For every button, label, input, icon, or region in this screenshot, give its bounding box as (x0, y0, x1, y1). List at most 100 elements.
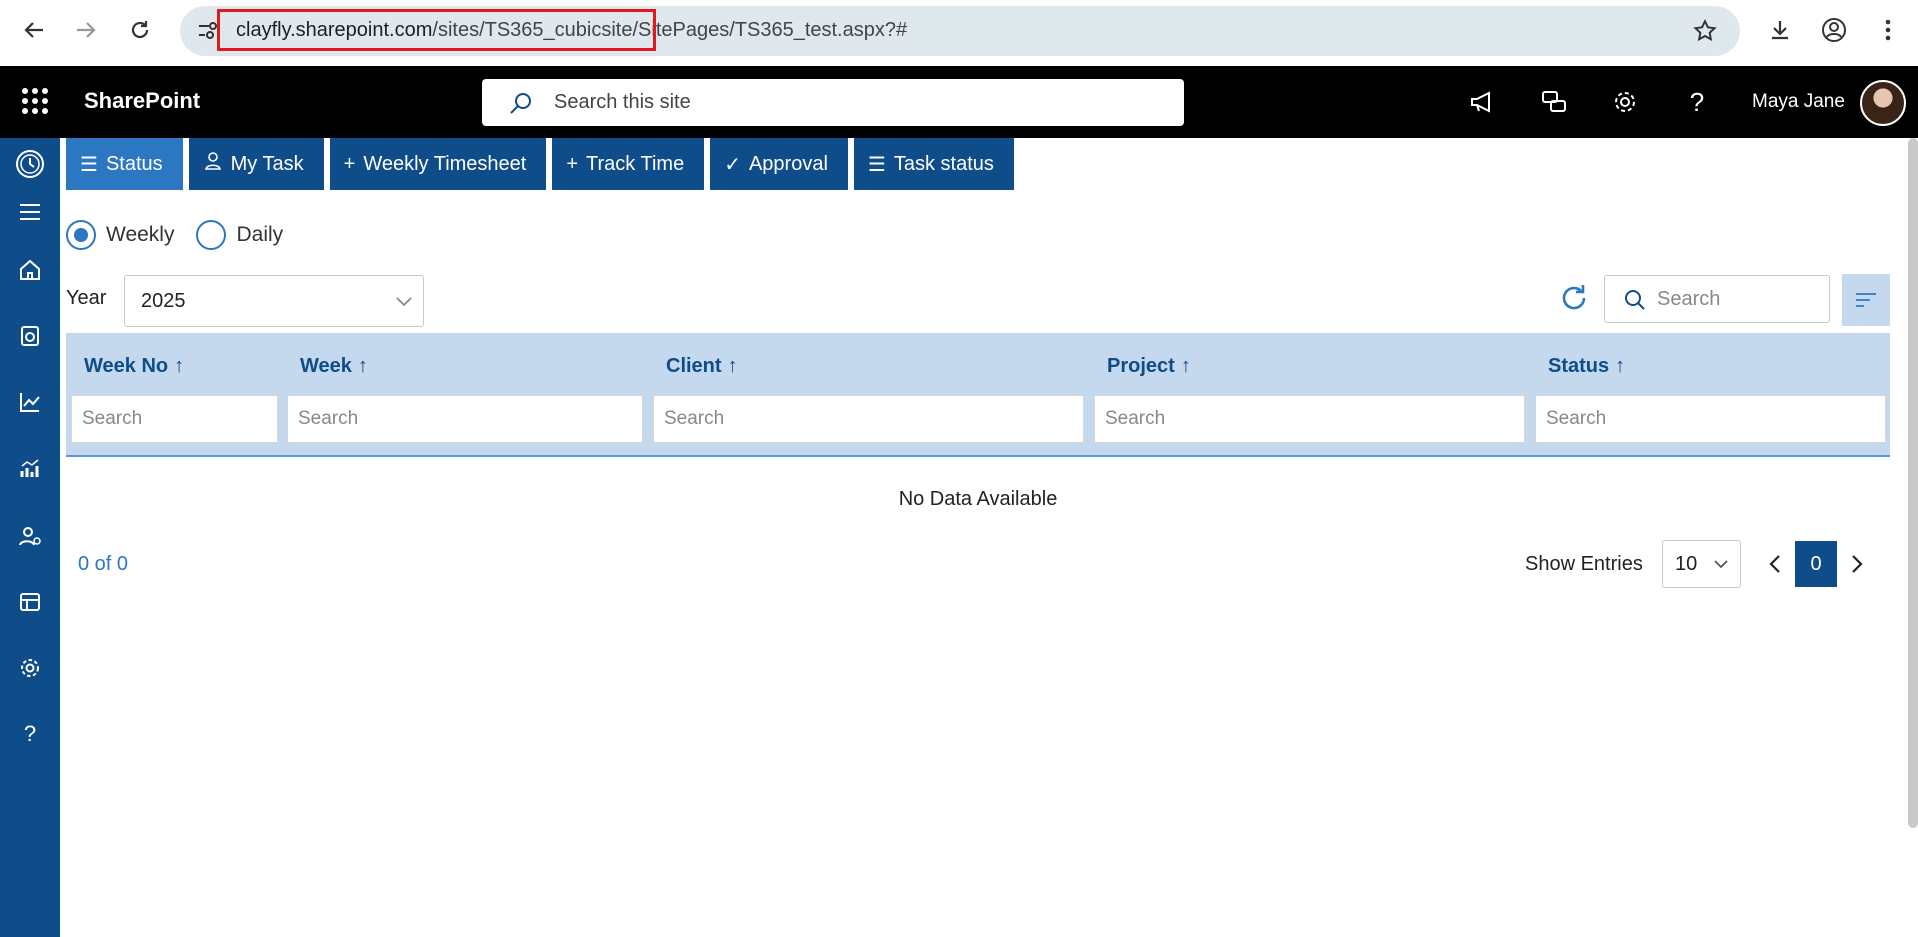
daily-label: Daily (236, 223, 284, 246)
tab-status[interactable]: ☰ Status (66, 138, 183, 190)
clock-logo-icon[interactable] (14, 148, 46, 180)
tab-label: Task status (893, 152, 994, 175)
week-no-search-input[interactable]: Search (71, 395, 278, 443)
url-path: /sites/TS365_cubicsite/SitePages/TS365_t… (432, 19, 908, 41)
chat-icon[interactable] (1538, 86, 1570, 118)
page-scrollbar[interactable] (1908, 138, 1918, 828)
year-select[interactable]: 2025 (124, 275, 424, 327)
url-host: clayfly.sharepoint.com (236, 19, 433, 41)
tab-bar: ☰ Status My Task + Weekly Timesheet + Tr… (66, 138, 1020, 190)
browser-toolbar: clayfly.sharepoint.com/sites/TS365_cubic… (0, 0, 1918, 66)
help-icon[interactable]: ? (1681, 86, 1713, 118)
left-rail: ? (0, 138, 60, 937)
refresh-icon[interactable] (1557, 281, 1591, 315)
tab-label: Weekly Timesheet (363, 152, 527, 175)
tab-track-time[interactable]: + Track Time (552, 138, 705, 190)
home-icon[interactable] (14, 254, 46, 286)
megaphone-icon[interactable] (1466, 86, 1498, 118)
project-search-input[interactable]: Search (1094, 395, 1525, 443)
list-check-icon: ☰ (867, 153, 886, 176)
table-header: Week No ↑ Week ↑ Client ↑ Project ↑ Status ↑ … (66, 333, 1890, 457)
bar-chart-icon[interactable] (14, 452, 46, 484)
tab-label: Status (105, 152, 163, 175)
plus-icon: + (343, 152, 356, 175)
settings-icon[interactable] (14, 652, 46, 684)
client-search-input[interactable]: Search (653, 395, 1084, 443)
site-search-placeholder: Search this site (554, 91, 691, 113)
record-count: 0 of 0 (78, 553, 129, 575)
tab-task-status[interactable]: ☰ Task status (853, 138, 1014, 190)
line-chart-icon[interactable] (14, 386, 46, 418)
grid-search-placeholder: Search (1657, 287, 1721, 310)
person-icon (203, 151, 223, 177)
daily-radio[interactable] (196, 220, 227, 250)
weekly-radio[interactable] (66, 220, 96, 250)
app-title[interactable]: SharePoint (84, 88, 200, 114)
column-header-client[interactable]: Client ↑ (666, 355, 738, 378)
view-mode-radios: Weekly Daily (66, 220, 305, 250)
site-info-icon[interactable] (196, 19, 220, 43)
app-launcher-icon[interactable] (22, 88, 48, 114)
settings-gear-icon[interactable] (1609, 86, 1641, 118)
suite-bar: SharePoint Search this site ? Maya Jane (0, 66, 1918, 138)
column-label: Status (1548, 355, 1610, 377)
column-label: Client (666, 355, 722, 377)
entries-value: 10 (1675, 552, 1698, 575)
tab-label: Approval (748, 152, 828, 175)
week-search-input[interactable]: Search (287, 395, 643, 443)
url-text: clayfly.sharepoint.com/sites/TS365_cubic… (236, 19, 907, 42)
user-name[interactable]: Maya Jane (1752, 91, 1845, 113)
filter-lines-icon (1856, 293, 1876, 307)
weekly-label: Weekly (106, 223, 175, 246)
site-search-input[interactable]: Search this site (482, 79, 1184, 126)
year-label: Year (66, 287, 107, 309)
column-filter-button[interactable] (1842, 274, 1890, 326)
address-bar[interactable]: clayfly.sharepoint.com/sites/TS365_cubic… (180, 6, 1740, 56)
show-entries-label: Show Entries (1525, 553, 1643, 575)
report-icon[interactable] (14, 586, 46, 618)
year-value: 2025 (141, 289, 186, 312)
column-label: Week No (84, 355, 169, 377)
column-label: Project (1107, 355, 1175, 377)
timesheet-icon[interactable] (14, 320, 46, 352)
list-check-icon: ☰ (80, 153, 98, 176)
sort-arrow-icon: ↑ (1615, 355, 1626, 377)
entries-select[interactable]: 10 (1662, 540, 1741, 588)
column-header-project[interactable]: Project ↑ (1107, 355, 1191, 378)
search-icon (1625, 290, 1645, 310)
profile-icon[interactable] (1816, 12, 1852, 48)
sort-arrow-icon: ↑ (357, 355, 368, 377)
avatar[interactable] (1860, 80, 1906, 126)
status-search-input[interactable]: Search (1535, 395, 1886, 443)
tab-label: Track Time (586, 152, 685, 175)
grid-search-input[interactable]: Search (1604, 275, 1830, 323)
column-header-status[interactable]: Status ↑ (1548, 355, 1625, 378)
sort-arrow-icon: ↑ (1180, 355, 1191, 377)
search-icon (510, 93, 531, 114)
menu-hamburger-icon[interactable] (14, 196, 46, 228)
tab-my-task[interactable]: My Task (188, 138, 324, 190)
column-header-week[interactable]: Week ↑ (300, 355, 368, 378)
tab-label: My Task (230, 152, 304, 175)
empty-table-message: No Data Available (898, 488, 1058, 510)
check-icon: ✓ (724, 153, 741, 176)
user-settings-icon[interactable] (14, 520, 46, 552)
bookmark-star-icon[interactable] (1692, 18, 1718, 49)
sort-arrow-icon: ↑ (174, 355, 185, 377)
tab-approval[interactable]: ✓ Approval (710, 138, 848, 190)
reload-icon[interactable] (122, 12, 158, 48)
chevron-down-icon (1712, 555, 1730, 579)
download-icon[interactable] (1762, 12, 1798, 48)
column-label: Week (300, 355, 352, 377)
forward-icon[interactable] (68, 12, 104, 48)
tab-weekly-timesheet[interactable]: + Weekly Timesheet (329, 138, 547, 190)
sort-arrow-icon: ↑ (727, 355, 738, 377)
column-header-week-no[interactable]: Week No ↑ (84, 355, 184, 378)
browser-menu-icon[interactable] (1870, 12, 1906, 48)
chevron-down-icon (393, 290, 415, 318)
current-page-button[interactable]: 0 (1795, 541, 1837, 587)
previous-page-icon[interactable] (1760, 548, 1790, 580)
rail-help-icon[interactable]: ? (14, 718, 46, 750)
back-icon[interactable] (16, 12, 52, 48)
next-page-icon[interactable] (1842, 548, 1872, 580)
